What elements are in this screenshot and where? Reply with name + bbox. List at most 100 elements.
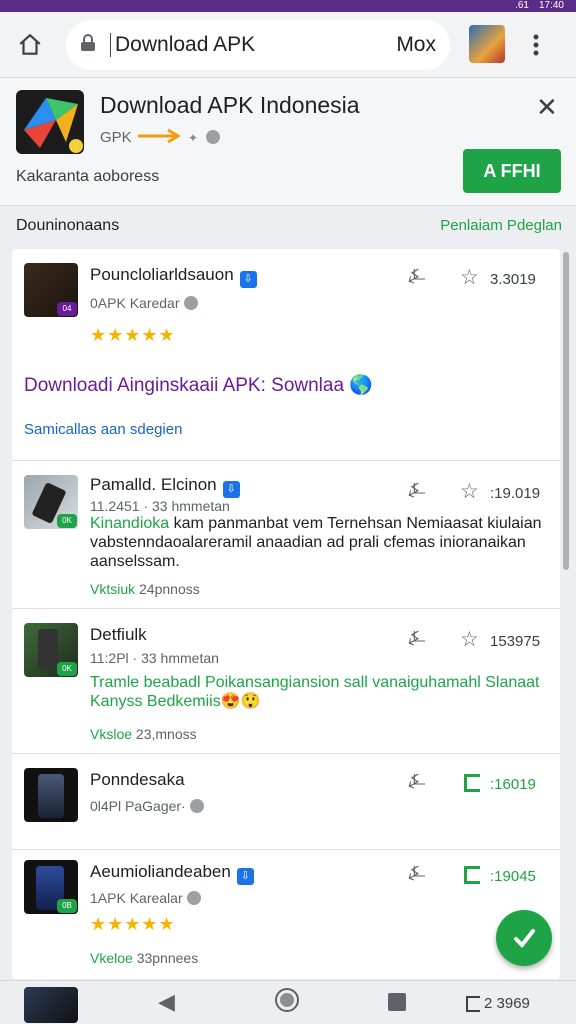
banner-subtitle-text: GPK bbox=[100, 129, 132, 146]
app-title[interactable]: Pouncloliarldsauon ⇩ bbox=[90, 265, 257, 288]
app-title[interactable]: Aeumioliandeaben ⇩ bbox=[90, 862, 254, 885]
info-icon bbox=[206, 130, 221, 144]
fab-check-button[interactable] bbox=[496, 910, 552, 966]
app-banner: Download APK Indonesia GPK ✦ Kakaranta a… bbox=[0, 78, 576, 206]
app-subtitle: 1APK Karealar bbox=[90, 890, 201, 906]
app-metric: 153975 bbox=[490, 633, 541, 650]
app-metric: :19.019 bbox=[490, 485, 541, 502]
phone-image bbox=[38, 774, 64, 818]
home-nav-icon[interactable] bbox=[274, 987, 300, 1019]
app-title[interactable]: Pamalld. Elcinon ⇩ bbox=[90, 475, 240, 498]
share-icon[interactable]: ⍼ bbox=[408, 862, 425, 885]
app-subtitle: 11:2Pl · 33 hmmetan bbox=[90, 650, 219, 666]
app-badge: 0K bbox=[57, 662, 77, 676]
clock: 17:40 bbox=[538, 0, 564, 11]
app-badge: 04 bbox=[57, 302, 77, 316]
nav-metric-text: 2 3969 bbox=[484, 995, 530, 1012]
list-item[interactable]: 0K Detfiulk 11:2Pl · 33 hmmetan Tramle b… bbox=[12, 609, 560, 754]
arrow-icon bbox=[137, 128, 181, 144]
lock-icon bbox=[80, 33, 110, 57]
list-item[interactable]: 0B Aeumioliandeaben ⇩ 1APK Karealar ★★★★★… bbox=[12, 850, 560, 979]
app-footer: Vksloe 23,mnoss bbox=[90, 726, 197, 742]
phone-image bbox=[38, 629, 58, 669]
section-title: Douninonaans bbox=[16, 217, 120, 234]
app-description: Tramle beabadl Poikansangiansion sall va… bbox=[90, 673, 550, 711]
check-icon bbox=[514, 929, 535, 949]
rating-stars: ★★★★★ bbox=[90, 914, 176, 934]
app-thumbnail: 0B bbox=[24, 860, 78, 914]
info-icon bbox=[186, 891, 201, 905]
app-title-text: Aeumioliandeaben bbox=[90, 862, 231, 881]
app-logo bbox=[16, 90, 84, 154]
app-subtitle: 11.2451 · 33 hmmetan bbox=[90, 498, 230, 514]
info-icon bbox=[183, 296, 198, 310]
list-item[interactable]: 04 Pouncloliarldsauon ⇩ 0APK Karedar ★★★★… bbox=[12, 249, 560, 461]
close-icon[interactable]: ✕ bbox=[536, 92, 558, 123]
info-icon bbox=[189, 799, 204, 813]
app-thumbnail: 0K bbox=[24, 475, 78, 529]
app-thumbnail: 04 bbox=[24, 263, 78, 317]
system-nav-bar: ◀ 2 3969 bbox=[0, 980, 576, 1024]
app-description: Kinandioka kam panmanbat vem Ternehsan N… bbox=[90, 514, 550, 571]
install-icon[interactable] bbox=[464, 774, 480, 792]
star-outline-icon[interactable]: ☆ bbox=[460, 265, 479, 290]
share-icon[interactable]: ⍼ bbox=[408, 770, 425, 793]
rating-stars: ★★★★★ bbox=[90, 325, 176, 345]
footer-highlight: Vkeloe bbox=[90, 950, 133, 966]
url-text: Download APK bbox=[110, 33, 396, 57]
banner-subtitle: GPK ✦ bbox=[100, 128, 221, 146]
app-footer: Vktsiuk 24pnnoss bbox=[90, 581, 200, 597]
promo-link[interactable]: Samicallas aan sdegien bbox=[24, 421, 182, 438]
footer-text: 23,mnoss bbox=[132, 726, 197, 742]
more-vert-icon[interactable] bbox=[522, 29, 550, 61]
banner-title: Download APK Indonesia bbox=[100, 92, 360, 118]
list-item[interactable]: 0K Pamalld. Elcinon ⇩ 11.2451 · 33 hmmeta… bbox=[12, 461, 560, 609]
star-outline-icon[interactable]: ☆ bbox=[460, 479, 479, 504]
avatar[interactable] bbox=[469, 25, 505, 63]
app-subtitle-text: 0APK Karedar bbox=[90, 295, 180, 311]
share-icon[interactable]: ⍼ bbox=[408, 265, 425, 288]
section-link[interactable]: Penlaiam Pdeglan bbox=[440, 217, 562, 234]
app-footer: Vkeloe 33pnnees bbox=[90, 950, 198, 966]
home-icon[interactable] bbox=[14, 29, 46, 61]
description-highlight: Kinandioka bbox=[90, 515, 170, 532]
promo-title[interactable]: Downloadi Ainginskaaii APK: Sownlaa 🌎 bbox=[24, 373, 373, 397]
status-right: .61 17:40 bbox=[515, 0, 564, 12]
description-highlight: Tramle beabadl Poikansangiansion sall va… bbox=[90, 674, 540, 710]
verified-icon: ⇩ bbox=[222, 481, 240, 498]
app-title-text: Pouncloliarldsauon bbox=[90, 265, 234, 284]
status-bar: .61 17:40 bbox=[0, 0, 576, 12]
install-icon[interactable] bbox=[464, 866, 480, 884]
browser-toolbar: Download APK Mox bbox=[0, 12, 576, 78]
share-icon[interactable]: ⍼ bbox=[408, 479, 425, 502]
footer-text: 33pnnees bbox=[132, 950, 199, 966]
app-badge: 0B bbox=[57, 899, 77, 913]
share-icon[interactable]: ⍼ bbox=[408, 627, 425, 650]
footer-text: 24pnnoss bbox=[135, 581, 200, 597]
app-subtitle: 0l4Pl PaGager· bbox=[90, 798, 204, 814]
signal-text: .61 bbox=[515, 0, 529, 11]
app-list: 04 Pouncloliarldsauon ⇩ 0APK Karedar ★★★★… bbox=[12, 249, 560, 979]
back-icon[interactable]: ◀ bbox=[158, 989, 175, 1015]
nav-metric: 2 3969 bbox=[466, 995, 530, 1012]
recent-app-thumbnail[interactable] bbox=[24, 987, 78, 1023]
list-item[interactable]: Ponndesaka 0l4Pl PaGager· ⍼ :16019 bbox=[12, 754, 560, 850]
verified-icon: ⇩ bbox=[239, 271, 257, 288]
recents-icon[interactable] bbox=[388, 993, 406, 1011]
banner-description: Kakaranta aoboress bbox=[16, 168, 160, 185]
app-metric: 3.3019 bbox=[490, 271, 536, 288]
app-thumbnail bbox=[24, 768, 78, 822]
section-header: Douninonaans Penlaiam Pdeglan bbox=[0, 206, 576, 246]
install-button[interactable]: A FFHI bbox=[463, 149, 561, 193]
url-bar[interactable]: Download APK Mox bbox=[66, 20, 450, 70]
app-subtitle-text: 1APK Karealar bbox=[90, 890, 183, 906]
verified-icon: ⇩ bbox=[236, 868, 254, 885]
app-metric: :19045 bbox=[490, 868, 536, 885]
scrollbar[interactable] bbox=[563, 252, 569, 570]
app-title[interactable]: Ponndesaka bbox=[90, 770, 185, 790]
app-title[interactable]: Detfiulk bbox=[90, 625, 147, 645]
url-right-text: Mox bbox=[396, 33, 436, 56]
star-outline-icon[interactable]: ☆ bbox=[460, 627, 479, 652]
app-title-text: Pamalld. Elcinon bbox=[90, 475, 217, 494]
footer-highlight: Vktsiuk bbox=[90, 581, 136, 597]
